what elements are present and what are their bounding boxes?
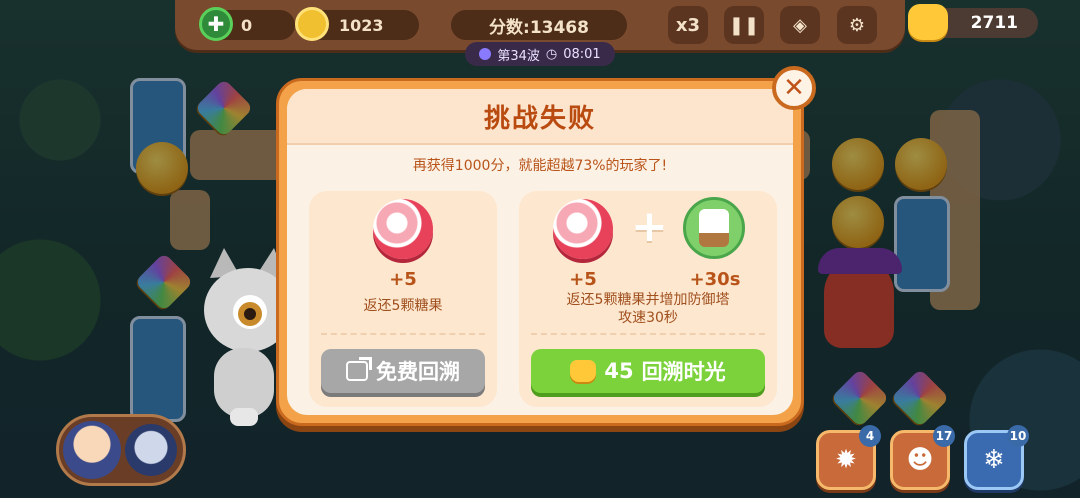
- dialog-subtitle: 再获得1000分，就能超越73%的玩家了!: [412, 158, 668, 174]
- pet-avatar[interactable]: [125, 424, 177, 476]
- skill-count: 10: [1007, 425, 1029, 447]
- share-icon: [346, 357, 372, 381]
- free-rewind-button[interactable]: 免费回溯: [321, 349, 485, 393]
- close-button[interactable]: ✕: [772, 66, 816, 110]
- rewind-time-button[interactable]: 45 回溯时光: [531, 349, 765, 393]
- speed-label: x3: [675, 14, 701, 36]
- candy-icon: [373, 199, 433, 259]
- candy-amount: +5: [389, 269, 417, 290]
- paid-rewind-description-line1: 返还5颗糖果并增加防御塔: [566, 292, 730, 308]
- score-pill: 分数:13468: [451, 10, 627, 40]
- skill-button-cat-bell[interactable]: ☻ 17: [890, 425, 955, 490]
- dialog-body: 挑战失败 再获得1000分，就能超越73%的玩家了! +5 返还5颗糖果 免费回…: [287, 89, 793, 415]
- pause-button[interactable]: ❚❚: [724, 6, 764, 44]
- speed-button[interactable]: x3: [668, 6, 708, 44]
- cat-coin-icon: [908, 4, 948, 40]
- health-value: 0: [241, 15, 253, 35]
- skill-button-bomb[interactable]: ✹ 4: [816, 425, 881, 490]
- timer-label: 08:01: [563, 46, 601, 62]
- cat-bell-icon: ☻: [906, 445, 934, 475]
- score-value: 分数:13468: [489, 17, 589, 38]
- candy-icon: [553, 199, 613, 259]
- eye-icon: [479, 48, 492, 60]
- plus-icon: +: [631, 201, 668, 252]
- gold-coin-icon: [295, 7, 329, 41]
- rewind-cost: 45: [604, 359, 634, 383]
- clock-icon: ◷: [545, 46, 558, 62]
- diamond-icon: ◈: [793, 14, 807, 36]
- gear-icon: ⚙: [848, 14, 866, 36]
- challenge-failed-dialog: 挑战失败 再获得1000分，就能超越73%的玩家了! +5 返还5颗糖果 免费回…: [276, 78, 804, 426]
- dialog-header: 挑战失败: [287, 89, 793, 145]
- currency-value: 2711: [970, 13, 1018, 33]
- free-rewind-description: 返还5颗糖果: [363, 298, 443, 314]
- bomb-icon: ✹: [835, 445, 857, 475]
- dialog-title: 挑战失败: [483, 103, 596, 134]
- map-button[interactable]: ◈: [780, 6, 820, 44]
- boost-duration: +30s: [689, 269, 741, 290]
- skill-button-freeze[interactable]: ❄ 10: [964, 425, 1029, 490]
- tower-boost-jar-icon: [683, 197, 745, 259]
- wave-label: 第34波: [497, 48, 540, 64]
- card-divider: [321, 333, 485, 335]
- wave-indicator: 第34波 ◷ 08:01: [465, 42, 615, 66]
- card-divider: [531, 333, 765, 335]
- health-plus-icon: ✚: [199, 7, 233, 41]
- rewind-time-label: 回溯时光: [641, 360, 726, 384]
- paid-rewind-card: + +5 +30s 返还5颗糖果并增加防御塔 攻速30秒 45 回溯时光: [519, 191, 777, 407]
- free-rewind-card: +5 返还5颗糖果 免费回溯: [309, 191, 497, 407]
- hero-avatar[interactable]: [63, 421, 121, 479]
- candy-amount: +5: [569, 269, 597, 290]
- hero-bar: [56, 414, 186, 486]
- skill-count: 17: [933, 425, 955, 447]
- free-rewind-label: 免费回溯: [376, 360, 460, 384]
- skill-count: 4: [859, 425, 881, 447]
- cat-coin-icon: [570, 360, 597, 382]
- gold-value: 1023: [339, 15, 384, 35]
- snowflake-icon: ❄: [983, 445, 1005, 475]
- close-icon: ✕: [783, 73, 805, 103]
- settings-button[interactable]: ⚙: [837, 6, 877, 44]
- pause-icon: ❚❚: [728, 14, 760, 36]
- paid-rewind-description-line2: 攻速30秒: [618, 310, 678, 326]
